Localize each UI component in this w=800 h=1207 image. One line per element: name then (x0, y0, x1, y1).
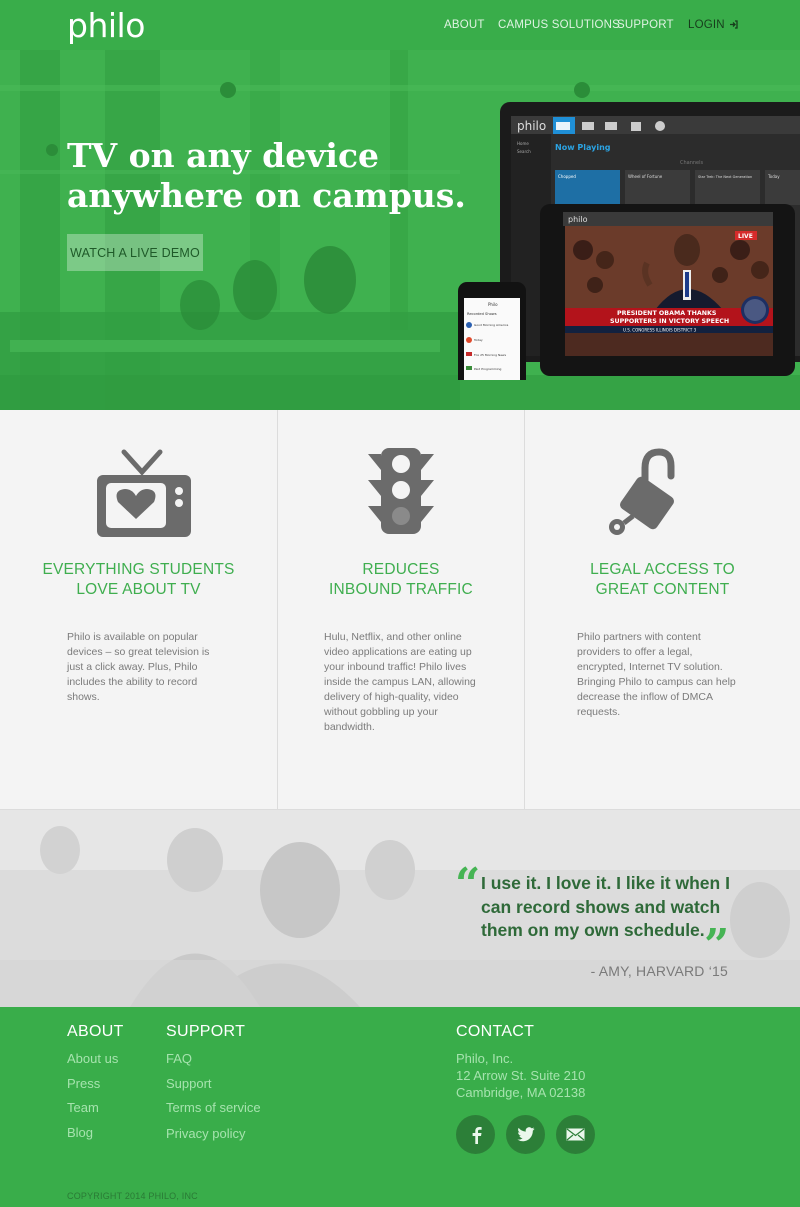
svg-text:SUPPORTERS IN VICTORY SPEECH: SUPPORTERS IN VICTORY SPEECH (610, 318, 729, 325)
nav-support[interactable]: SUPPORT (617, 19, 674, 31)
traffic-light-icon (366, 446, 436, 541)
svg-text:philo: philo (568, 215, 588, 224)
feature-title: EVERYTHING STUDENTS LOVE ABOUT TV (42, 561, 235, 598)
main-nav: ABOUT CAMPUS SOLUTIONS SUPPORT LOGIN (0, 0, 800, 50)
footer-link-privacy[interactable]: Privacy policy (166, 1126, 245, 1141)
site-footer: ABOUT About us Press Team Blog SUPPORT F… (0, 1007, 800, 1207)
svg-text:Paid Programming: Paid Programming (474, 367, 502, 371)
footer-about-heading: ABOUT (67, 1023, 124, 1040)
svg-text:PRESIDENT OBAMA THANKS: PRESIDENT OBAMA THANKS (617, 310, 717, 317)
tv-heart-icon (96, 446, 192, 543)
devices-illustration: philo Home Search Now Playing Channels C… (458, 102, 800, 380)
svg-text:Star Trek: The Next Generation: Star Trek: The Next Generation (698, 175, 752, 179)
svg-text:Good Morning America: Good Morning America (474, 323, 508, 327)
nav-login[interactable]: LOGIN (688, 19, 738, 32)
footer-link-terms[interactable]: Terms of service (166, 1100, 261, 1115)
footer-link-faq[interactable]: FAQ (166, 1051, 192, 1066)
svg-text:Recorded Shows: Recorded Shows (467, 312, 497, 316)
svg-text:Philo: Philo (488, 302, 498, 307)
open-quote-icon: “ (455, 859, 481, 910)
svg-text:Home: Home (517, 141, 529, 146)
svg-text:Today: Today (767, 174, 780, 179)
login-icon (729, 20, 738, 32)
svg-text:Today: Today (473, 338, 483, 342)
feature-description: Philo partners with content providers to… (577, 631, 736, 718)
feature-title: LEGAL ACCESS TO GREAT CONTENT (590, 561, 735, 598)
nav-about[interactable]: ABOUT (444, 19, 485, 31)
footer-contact-heading: CONTACT (456, 1023, 535, 1040)
email-icon[interactable] (556, 1115, 595, 1154)
feature-students: EVERYTHING STUDENTS LOVE ABOUT TV Philo … (0, 410, 278, 810)
site-header: philo ABOUT CAMPUS SOLUTIONS SUPPORT LOG… (0, 0, 800, 50)
unlocked-padlock-icon (607, 446, 677, 545)
svg-text:U.S. CONGRESS ILLINOIS DISTRIC: U.S. CONGRESS ILLINOIS DISTRICT 3 (623, 328, 697, 333)
footer-link-team[interactable]: Team (67, 1100, 99, 1115)
contact-company: Philo, Inc. (456, 1051, 514, 1066)
footer-link-blog[interactable]: Blog (67, 1125, 93, 1140)
svg-text:Wheel of Fortune: Wheel of Fortune (628, 174, 663, 179)
testimonial-section: “ I use it. I love it. I like it when I … (0, 810, 800, 1007)
footer-link-support[interactable]: Support (166, 1076, 212, 1091)
nav-campus-solutions[interactable]: CAMPUS SOLUTIONS (498, 19, 620, 31)
feature-title: REDUCES INBOUND TRAFFIC (329, 561, 473, 598)
testimonial-quote: I use it. I love it. I like it when I ca… (481, 873, 730, 940)
contact-street: 12 Arrow St. Suite 210 (456, 1068, 586, 1083)
footer-support-heading: SUPPORT (166, 1023, 246, 1040)
device-app-logo: philo (517, 119, 546, 133)
feature-legal: LEGAL ACCESS TO GREAT CONTENT Philo part… (525, 410, 800, 810)
copyright-text: COPYRIGHT 2014 PHILO, INC (67, 1191, 198, 1201)
svg-text:Channels: Channels (680, 160, 704, 166)
facebook-icon[interactable] (456, 1115, 495, 1154)
twitter-icon[interactable] (506, 1115, 545, 1154)
feature-description: Philo is available on popular devices – … (67, 631, 210, 703)
device-now-playing: Now Playing (555, 143, 611, 152)
contact-city: Cambridge, MA 02138 (456, 1085, 586, 1100)
svg-text:Chopped: Chopped (558, 174, 576, 179)
feature-description: Hulu, Netflix, and other online video ap… (324, 631, 476, 733)
hero-section: TV on any device anywhere on campus. WAT… (0, 50, 800, 410)
login-label: LOGIN (688, 19, 725, 31)
footer-link-press[interactable]: Press (67, 1076, 100, 1091)
features-section: EVERYTHING STUDENTS LOVE ABOUT TV Philo … (0, 410, 800, 810)
svg-text:LIVE: LIVE (738, 233, 753, 240)
feature-traffic: REDUCES INBOUND TRAFFIC Hulu, Netflix, a… (278, 410, 525, 810)
watch-live-demo-button[interactable]: WATCH A LIVE DEMO (67, 234, 203, 271)
svg-text:Search: Search (517, 149, 531, 154)
hero-headline: TV on any device anywhere on campus. (67, 136, 466, 215)
footer-link-about-us[interactable]: About us (67, 1051, 118, 1066)
testimonial-author: - AMY, HARVARD ‘15 (590, 963, 728, 979)
svg-text:Fox 25 Morning News: Fox 25 Morning News (474, 353, 507, 357)
